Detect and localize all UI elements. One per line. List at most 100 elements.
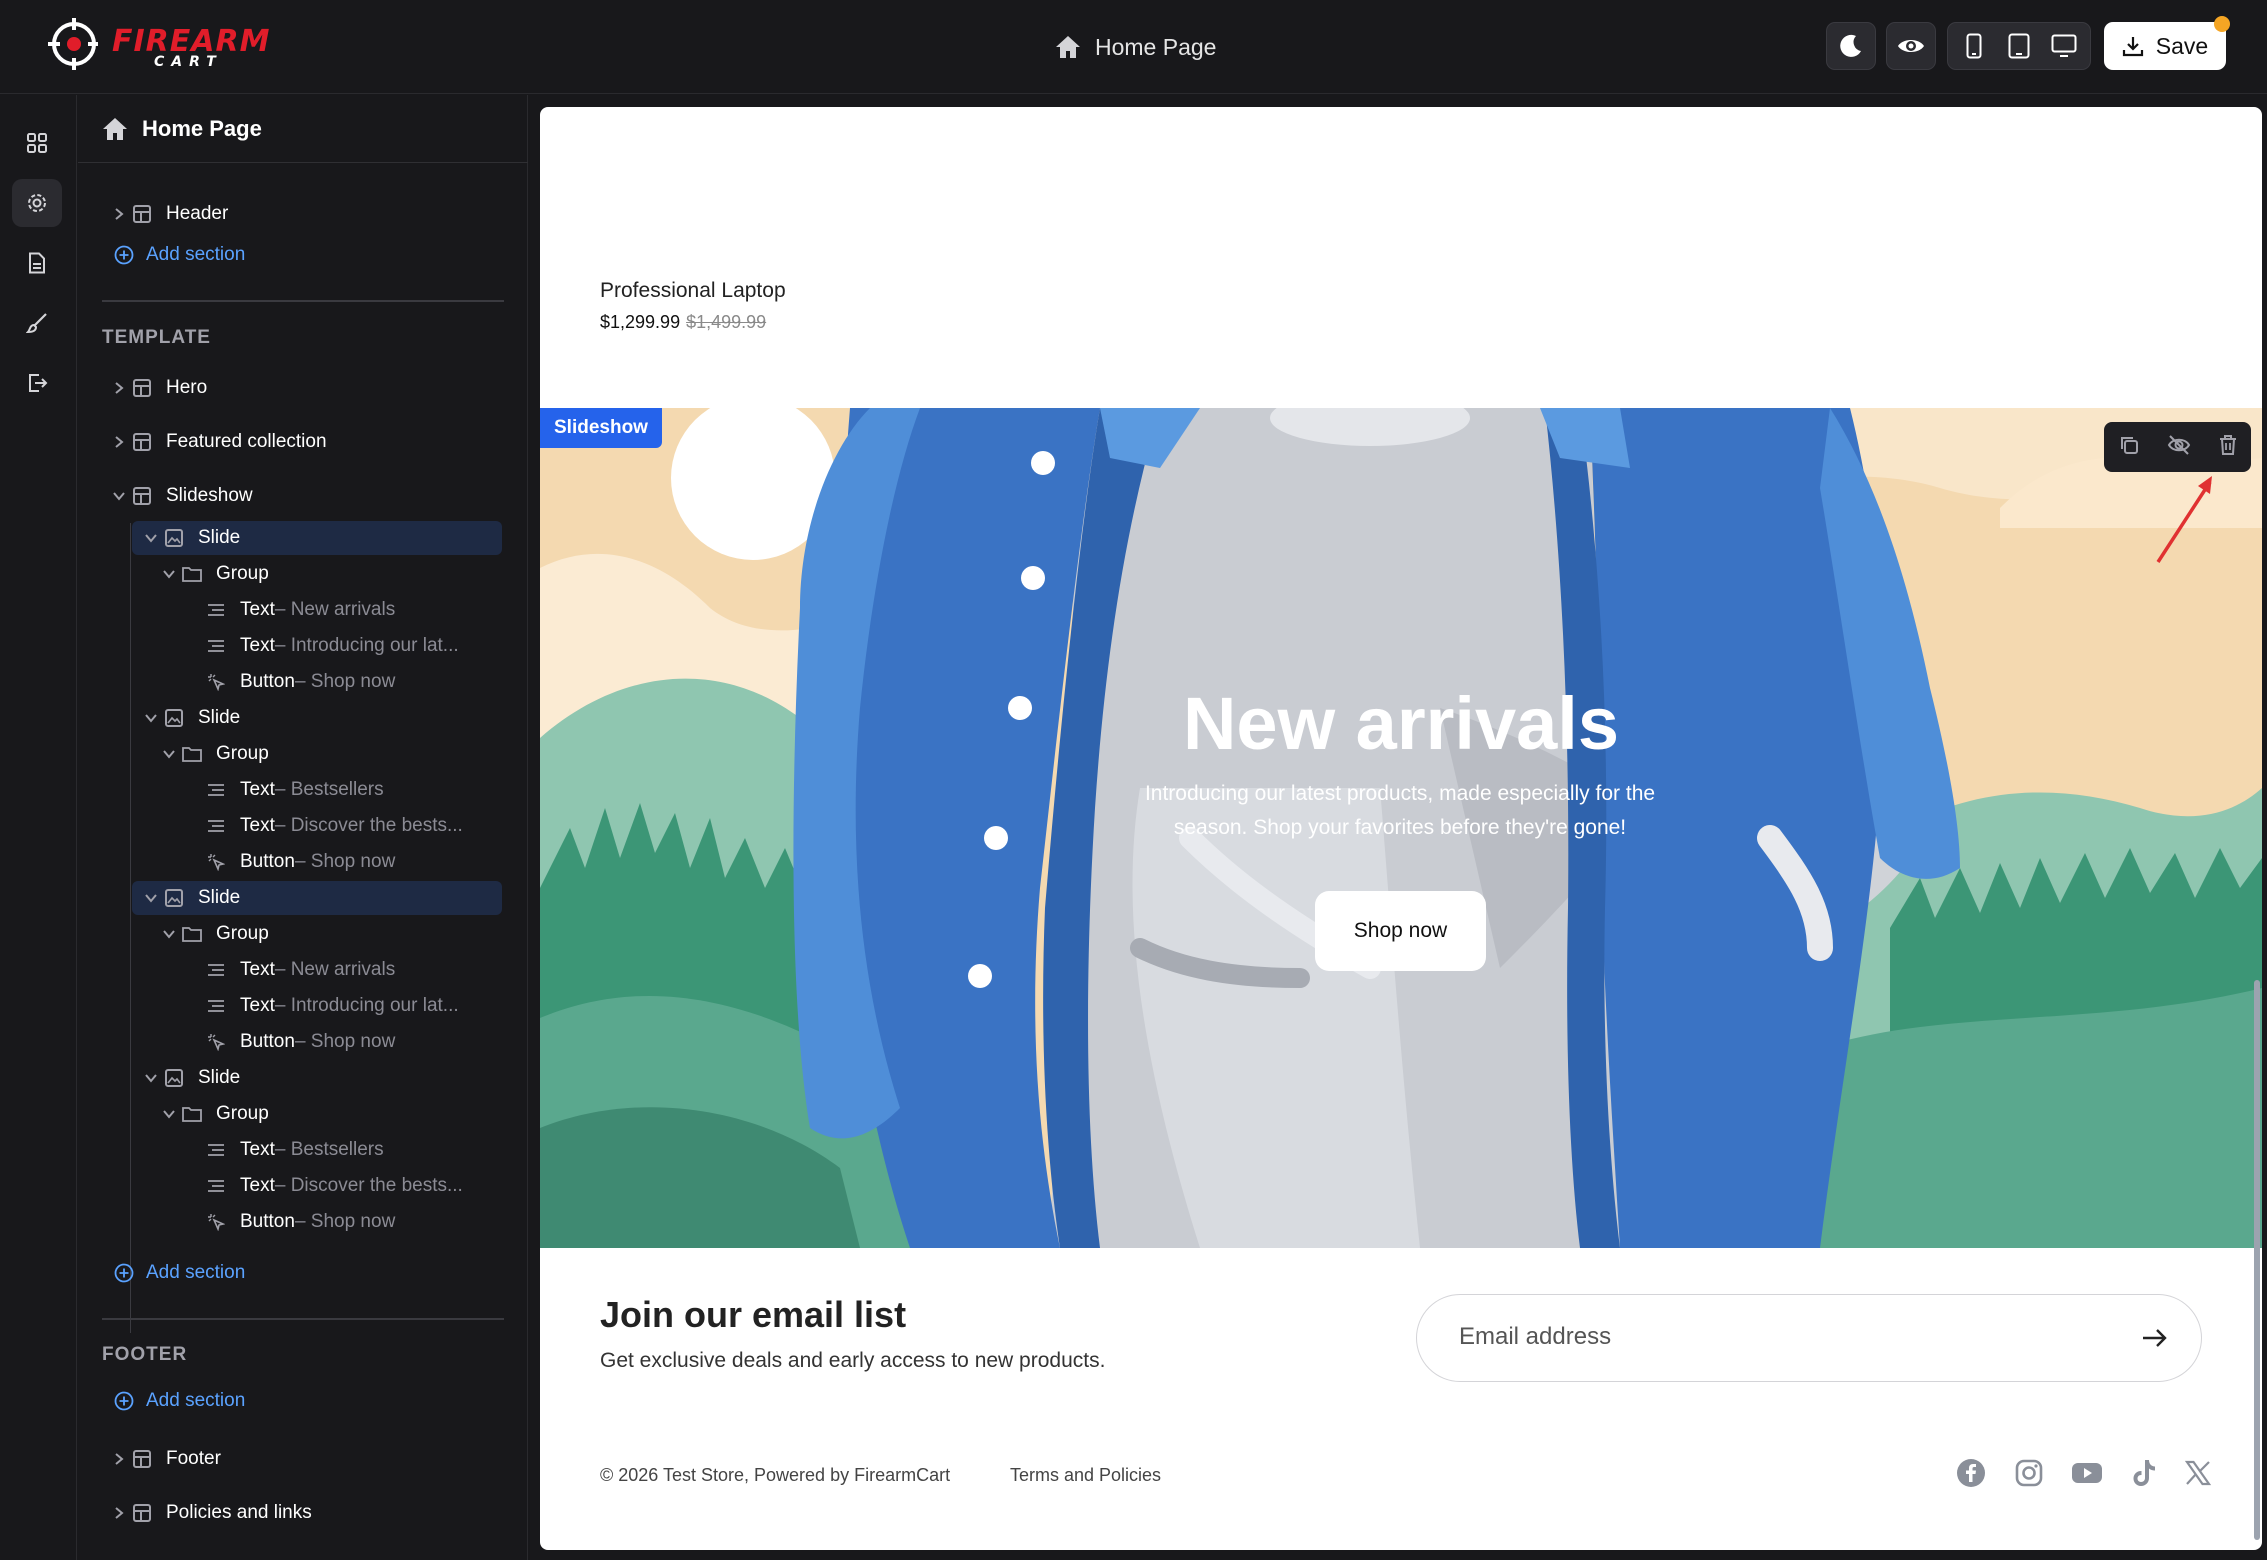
section-icon — [130, 1450, 154, 1468]
terms-link[interactable]: Terms and Policies — [1010, 1465, 1161, 1486]
folder-icon — [180, 1106, 204, 1122]
shop-now-button[interactable]: Shop now — [1315, 891, 1486, 971]
duplicate-icon[interactable] — [2118, 434, 2140, 461]
tree-label: Header — [166, 203, 229, 224]
tree-item-button[interactable]: Button – Shop now — [204, 1024, 395, 1060]
tree-sublabel: – Bestsellers — [274, 779, 384, 800]
tree-item-footer[interactable]: Footer — [108, 1441, 221, 1477]
document-icon — [29, 252, 45, 274]
tree-item-group[interactable]: Group — [158, 916, 269, 952]
chevron-down-icon — [140, 893, 162, 903]
slide-heading[interactable]: New arrivals — [540, 681, 2262, 766]
tree-item-button[interactable]: Button – Shop now — [204, 1204, 395, 1240]
tree-item-featured-collection[interactable]: Featured collection — [108, 424, 327, 460]
tree-item-text[interactable]: Text – Discover the bests... — [204, 1168, 463, 1204]
youtube-icon[interactable] — [2071, 1461, 2103, 1490]
page-selector[interactable]: Home Page — [1055, 30, 1216, 64]
dark-mode-button[interactable] — [1826, 22, 1876, 70]
tree-item-text[interactable]: Text – New arrivals — [204, 952, 395, 988]
tree-label: Text — [240, 1139, 275, 1160]
chevron-down-icon — [140, 533, 162, 543]
tiktok-icon[interactable] — [2131, 1458, 2157, 1493]
tree-item-text[interactable]: Text – Introducing our lat... — [204, 628, 459, 664]
sidebar-divider — [102, 1318, 504, 1320]
add-section-label: Add section — [146, 1262, 246, 1283]
exit-icon — [29, 374, 48, 392]
gear-icon — [28, 194, 46, 212]
rail-theme-button[interactable] — [12, 299, 62, 347]
structure-sidebar: Home Page Header Add section TEMPLATE He… — [78, 95, 528, 1560]
tree-item-slide[interactable]: Slide — [140, 520, 240, 556]
newsletter-title[interactable]: Join our email list — [600, 1294, 906, 1336]
hide-icon[interactable] — [2167, 434, 2191, 461]
add-section-template[interactable]: Add section — [114, 1258, 245, 1288]
tree-item-group[interactable]: Group — [158, 736, 269, 772]
tree-item-group[interactable]: Group — [158, 556, 269, 592]
eye-icon — [1898, 40, 1924, 52]
tree-item-header[interactable]: Header — [108, 196, 228, 232]
template-label: TEMPLATE — [102, 327, 211, 348]
tree-item-group[interactable]: Group — [158, 1096, 269, 1132]
tree-item-slideshow[interactable]: Slideshow — [108, 478, 253, 514]
trash-icon[interactable] — [2218, 434, 2238, 461]
tree-item-text[interactable]: Text – Bestsellers — [204, 772, 384, 808]
tree-item-policies[interactable]: Policies and links — [108, 1495, 312, 1531]
tree-item-slide[interactable]: Slide — [140, 880, 240, 916]
preview-scrollbar[interactable] — [2254, 980, 2260, 1540]
add-section-footer[interactable]: Add section — [114, 1386, 245, 1416]
sidebar-divider — [102, 300, 504, 302]
tree-label: Group — [216, 923, 269, 944]
tree-item-button[interactable]: Button – Shop now — [204, 664, 395, 700]
tree-label: Text — [240, 815, 275, 836]
tree-sublabel: – Discover the bests... — [274, 1175, 463, 1196]
tree-sublabel: – Introducing our lat... — [274, 995, 459, 1016]
crosshair-icon — [48, 18, 98, 70]
tablet-view-button[interactable] — [1998, 26, 2040, 66]
rail-pages-button[interactable] — [12, 239, 62, 287]
tree-label: Footer — [166, 1448, 221, 1469]
tree-item-text[interactable]: Text – New arrivals — [204, 592, 395, 628]
tree-sublabel: – Shop now — [294, 671, 396, 692]
tree-item-button[interactable]: Button – Shop now — [204, 844, 395, 880]
text-lines-icon — [204, 639, 228, 653]
section-toolbar — [2104, 422, 2251, 472]
chevron-down-icon — [158, 569, 180, 579]
mobile-view-button[interactable] — [1953, 26, 1995, 66]
newsletter-subtitle[interactable]: Get exclusive deals and early access to … — [600, 1349, 1105, 1373]
tree-item-hero[interactable]: Hero — [108, 370, 207, 406]
download-icon — [2122, 37, 2143, 57]
firearmcart-logo[interactable]: FIREARM CART — [48, 16, 269, 76]
arrow-right-icon[interactable] — [2139, 1323, 2169, 1358]
tree-label: Group — [216, 1103, 269, 1124]
rail-settings-button[interactable] — [12, 179, 62, 227]
left-rail — [0, 95, 77, 1560]
rail-sections-button[interactable] — [12, 119, 62, 167]
slideshow-section-tag[interactable]: Slideshow — [540, 408, 662, 448]
image-icon — [162, 1069, 186, 1087]
instagram-icon[interactable] — [2014, 1458, 2044, 1493]
product-name[interactable]: Professional Laptop — [600, 279, 786, 303]
add-section-label: Add section — [146, 1390, 246, 1411]
facebook-icon[interactable] — [1956, 1458, 1986, 1493]
tree-sublabel: – Discover the bests... — [274, 815, 463, 836]
add-section-header[interactable]: Add section — [114, 240, 245, 270]
rail-exit-button[interactable] — [12, 359, 62, 407]
tree-label: Slideshow — [166, 485, 253, 506]
logo-subtitle: CART — [154, 54, 223, 70]
email-input[interactable]: Email address — [1416, 1294, 2202, 1382]
tree-item-slide[interactable]: Slide — [140, 700, 240, 736]
sidebar-header: Home Page — [78, 95, 528, 163]
tree-item-slide[interactable]: Slide — [140, 1060, 240, 1096]
preview-button[interactable] — [1886, 22, 1936, 70]
slide-subheading[interactable]: Introducing our latest products, made es… — [1110, 777, 1690, 845]
save-button[interactable]: Save — [2104, 22, 2226, 70]
social-links — [1956, 1457, 2212, 1493]
annotation-arrow-icon — [2156, 476, 2212, 563]
desktop-view-button[interactable] — [2043, 26, 2085, 66]
x-icon[interactable] — [2184, 1459, 2212, 1492]
tree-label: Group — [216, 563, 269, 584]
tree-sublabel: – Introducing our lat... — [274, 635, 459, 656]
tree-item-text[interactable]: Text – Bestsellers — [204, 1132, 384, 1168]
tree-item-text[interactable]: Text – Introducing our lat... — [204, 988, 459, 1024]
tree-item-text[interactable]: Text – Discover the bests... — [204, 808, 463, 844]
